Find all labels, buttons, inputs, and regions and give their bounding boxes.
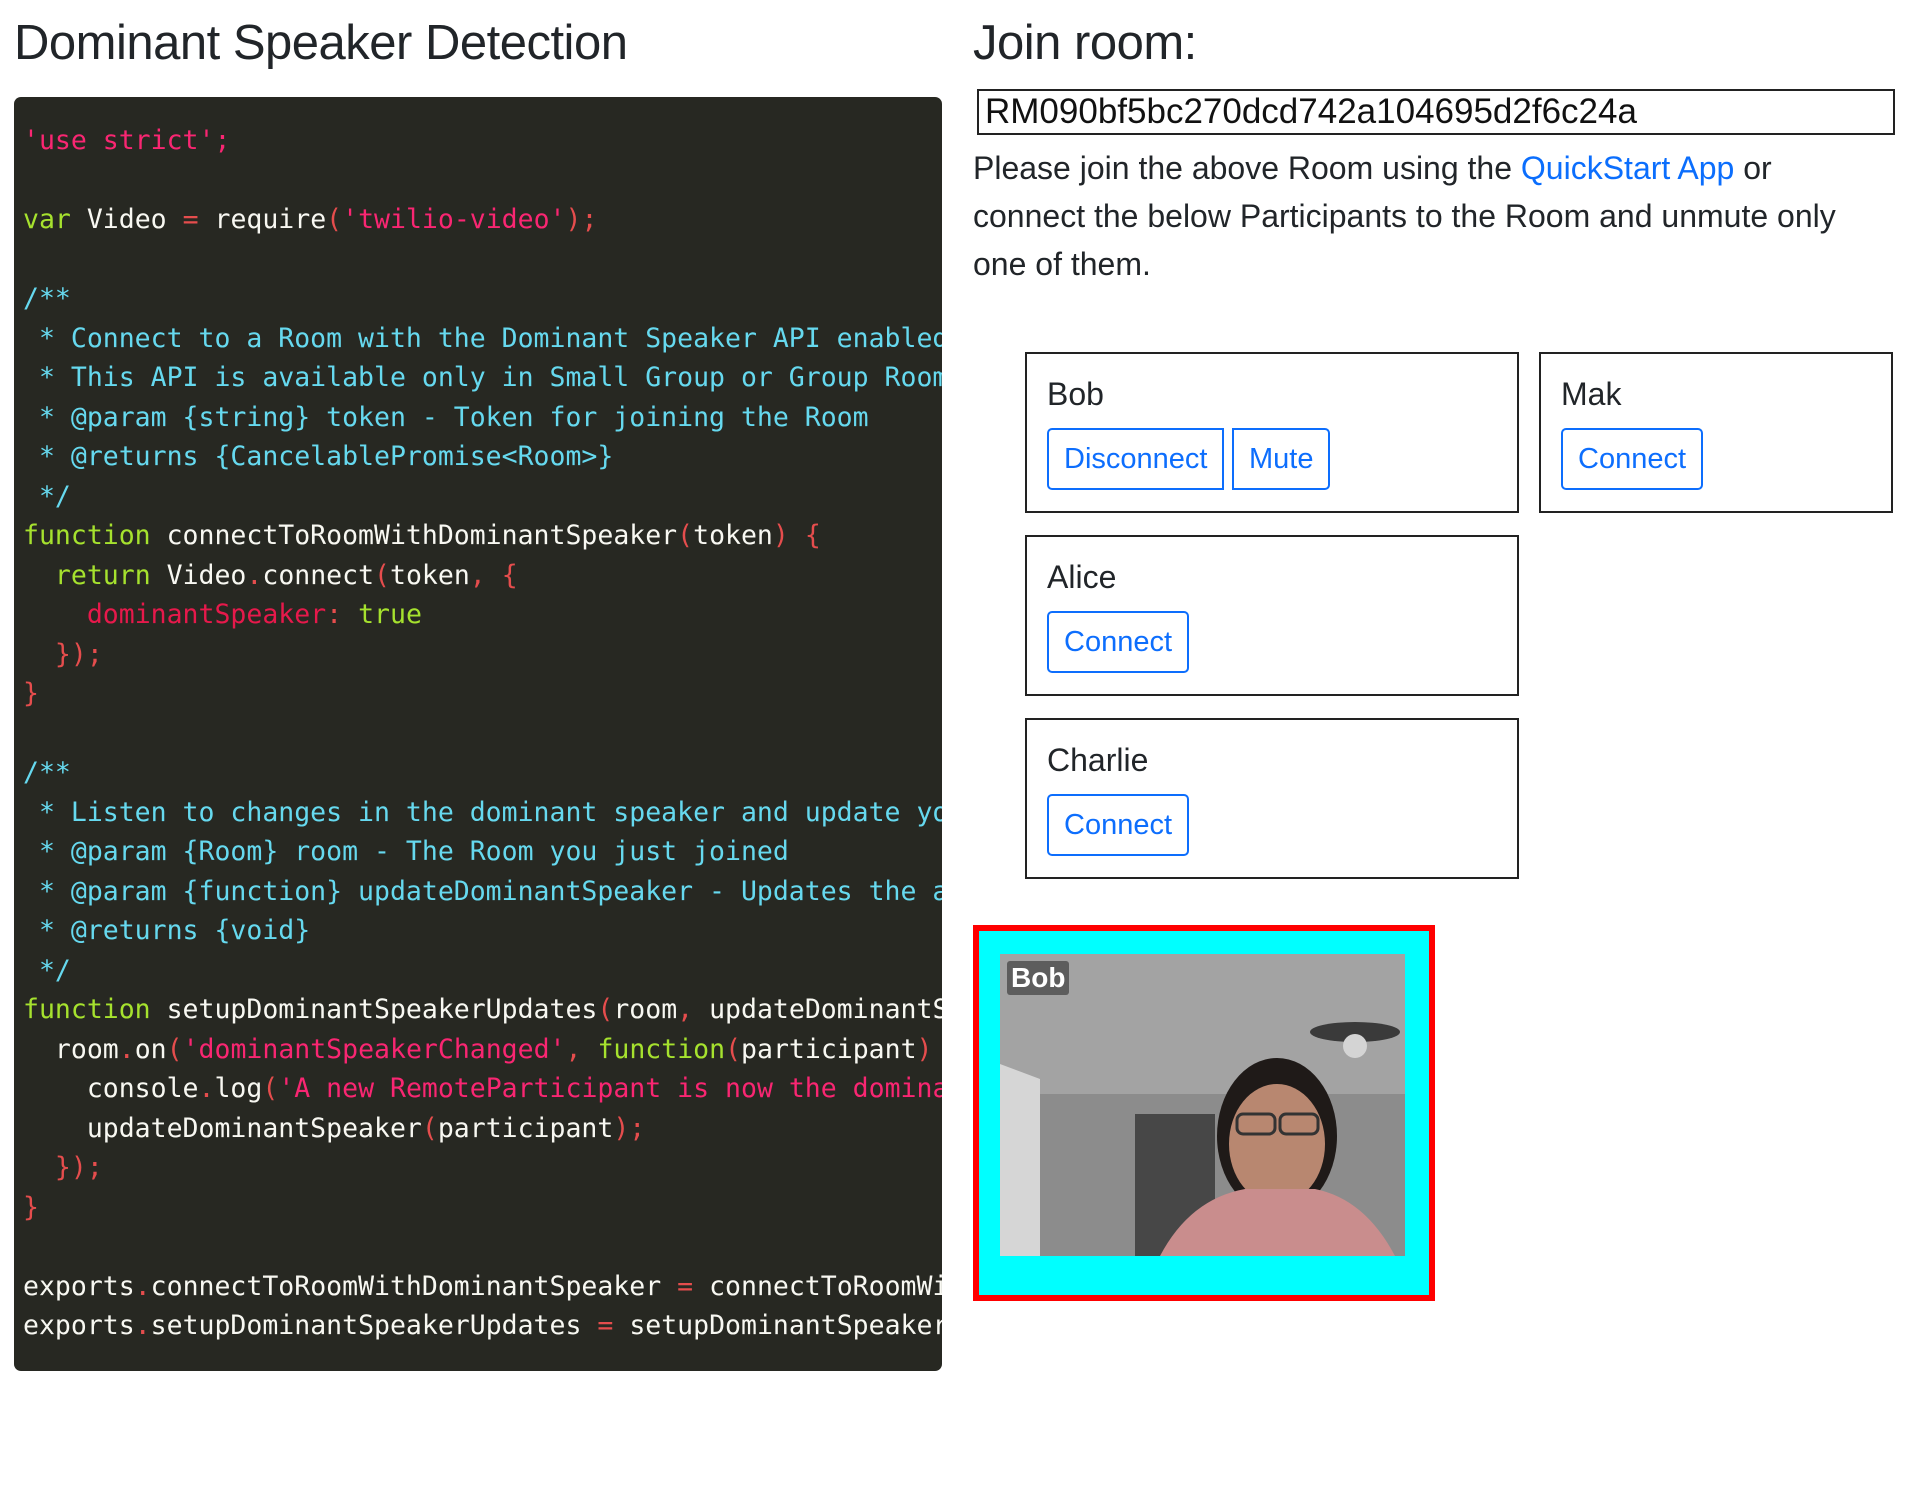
code-snippet: 'use strict'; var Video = require('twili… — [14, 97, 942, 1371]
code-line: }); — [54, 638, 103, 670]
instructions: Please join the above Room using the Qui… — [973, 144, 1883, 288]
code-line: /** — [23, 283, 71, 314]
code-line: console.log('A new RemoteParticipant is … — [23, 1073, 942, 1104]
code-line: updateDominantSpeaker(participant); — [23, 1112, 646, 1144]
connect-button[interactable]: Connect — [1561, 428, 1704, 490]
code-line: return Video.connect(token, { — [54, 559, 518, 591]
code-line: function setupDominantSpeakerUpdates(roo… — [23, 994, 942, 1025]
connect-button[interactable]: Connect — [1047, 611, 1190, 673]
code-line: * @returns {CancelablePromise<Room>} — [23, 441, 614, 472]
page-title: Dominant Speaker Detection — [14, 16, 628, 70]
code-line: var Video = require('twilio-video'); — [23, 204, 598, 235]
code-block: 'use strict'; var Video = require('twili… — [14, 97, 942, 1346]
participant-card-charlie: Charlie Connect — [1025, 718, 1519, 879]
code-line: dominantSpeaker: true — [86, 599, 422, 630]
participant-card-bob: Bob Disconnect Mute — [1025, 352, 1519, 513]
dominant-speaker-video-frame: Bob — [973, 925, 1435, 1301]
disconnect-button[interactable]: Disconnect — [1047, 428, 1225, 490]
code-line: * Listen to changes in the dominant spea… — [23, 796, 942, 828]
quickstart-app-link[interactable]: QuickStart App — [1521, 150, 1734, 186]
code-line: */ — [23, 954, 71, 986]
participant-name: Bob — [1047, 376, 1104, 412]
video-track: Bob — [1000, 954, 1405, 1256]
code-line: * @param {Room} room - The Room you just… — [23, 836, 789, 867]
code-line: 'use strict'; — [23, 125, 231, 156]
code-line: }); — [54, 1152, 103, 1183]
participant-name: Mak — [1561, 376, 1622, 412]
code-line: * @param {function} updateDominantSpeake… — [23, 875, 942, 907]
code-line: * @param {string} token - Token for join… — [23, 401, 869, 433]
video-participant-label: Bob — [1007, 961, 1070, 995]
connect-button[interactable]: Connect — [1047, 794, 1190, 856]
code-line: exports.setupDominantSpeakerUpdates = se… — [23, 1310, 942, 1341]
room-sid-input[interactable] — [977, 89, 1895, 135]
code-line: * Connect to a Room with the Dominant Sp… — [23, 322, 942, 354]
right-column: Join room: Please join the above Room us… — [973, 0, 1903, 1494]
code-line: } — [23, 1191, 39, 1223]
participant-card-alice: Alice Connect — [1025, 535, 1519, 696]
code-line: /** — [23, 757, 71, 788]
mute-button[interactable]: Mute — [1232, 428, 1331, 490]
instructions-text: Please join the above Room using the — [973, 150, 1521, 186]
code-line: room.on('dominantSpeakerChanged', functi… — [23, 1033, 933, 1065]
code-line: function connectToRoomWithDominantSpeake… — [23, 520, 821, 551]
join-room-title: Join room: — [973, 16, 1197, 70]
participant-card-mak: Mak Connect — [1539, 352, 1893, 513]
code-line: * @returns {void} — [23, 915, 311, 946]
code-line: */ — [23, 480, 71, 512]
video-image — [1000, 954, 1405, 1256]
code-line: * This API is available only in Small Gr… — [23, 362, 942, 393]
code-line: exports.connectToRoomWithDominantSpeaker… — [23, 1270, 942, 1302]
participant-name: Charlie — [1047, 742, 1149, 778]
participant-name: Alice — [1047, 559, 1117, 595]
code-line: } — [23, 678, 39, 709]
